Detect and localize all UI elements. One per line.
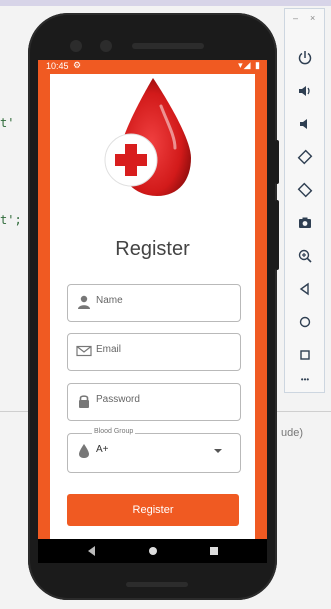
password-placeholder: Password (96, 394, 140, 405)
power-button[interactable] (275, 140, 279, 184)
left-accent-strip (38, 74, 50, 539)
volume-rocker[interactable] (275, 200, 279, 270)
password-field[interactable]: Password (67, 383, 241, 421)
blood-drop-logo-icon (104, 78, 191, 196)
home-circle-icon[interactable] (294, 311, 316, 333)
blood-drop-icon (79, 444, 89, 458)
rotate-right-icon[interactable] (294, 179, 316, 201)
settings-icon: ⚙ (73, 60, 82, 70)
ide-code-line: t' (0, 116, 15, 130)
home-icon[interactable] (149, 547, 157, 555)
blood-group-label: Blood Group (92, 428, 136, 435)
blood-group-value: A+ (96, 444, 109, 455)
ide-hint-text: ude) (281, 427, 304, 439)
power-icon[interactable] (294, 47, 316, 69)
chevron-down-icon (214, 449, 222, 453)
back-icon[interactable] (88, 546, 95, 556)
recent-apps-icon[interactable] (210, 547, 218, 555)
ide-code-line: t'; (0, 213, 22, 227)
minimize-button[interactable]: – (293, 13, 298, 23)
close-button[interactable]: × (310, 13, 315, 23)
volume-down-icon[interactable] (294, 113, 316, 135)
front-sensor (100, 40, 112, 52)
emulator-toolbar: – × ••• (284, 8, 325, 393)
status-time: 10:45 (46, 61, 69, 71)
name-field[interactable]: Name (67, 284, 241, 322)
signal-battery-icon: ▾◢ ▮ (238, 60, 261, 70)
envelope-icon (76, 345, 92, 357)
person-icon (78, 295, 90, 309)
more-icon[interactable]: ••• (294, 369, 316, 391)
zoom-icon[interactable] (294, 245, 316, 267)
page-title: Register (115, 238, 190, 260)
name-placeholder: Name (96, 295, 123, 306)
overview-square-icon[interactable] (294, 344, 316, 366)
right-accent-strip (255, 74, 267, 539)
status-bar: 10:45 ⚙ ▾◢ ▮ (38, 60, 267, 74)
register-button[interactable]: Register (67, 494, 239, 526)
email-placeholder: Email (96, 344, 122, 355)
window-controls: – × (285, 13, 326, 25)
camera-icon[interactable] (294, 212, 316, 234)
top-speaker (132, 43, 204, 49)
back-triangle-icon[interactable] (294, 278, 316, 300)
app-screen: 10:45 ⚙ ▾◢ ▮ Register Name Email Passwor… (38, 60, 267, 539)
ide-top-bar (0, 0, 331, 6)
front-camera (70, 40, 82, 52)
lock-icon (79, 395, 89, 408)
rotate-left-icon[interactable] (294, 146, 316, 168)
bottom-speaker (126, 582, 188, 587)
android-nav-bar (38, 539, 267, 563)
blood-group-dropdown[interactable]: Blood Group A+ (67, 428, 241, 473)
email-field[interactable]: Email (67, 333, 241, 371)
volume-up-icon[interactable] (294, 80, 316, 102)
